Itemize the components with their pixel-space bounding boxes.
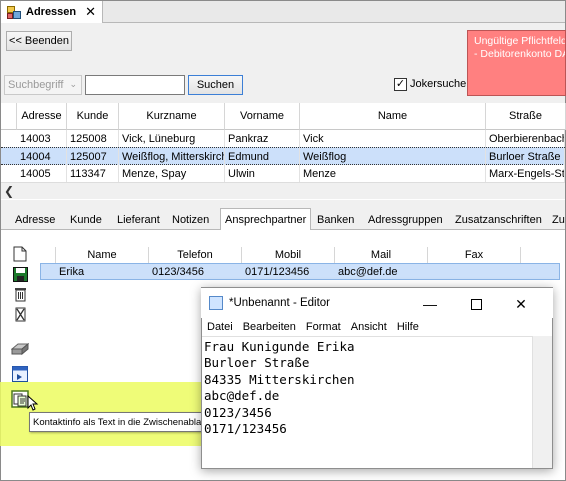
tab-adressgruppen[interactable]: Adressgruppen (368, 211, 443, 229)
table-cell[interactable]: abc@def.de (335, 264, 428, 280)
contact-header-name[interactable]: Name (56, 247, 149, 264)
notepad-vertical-scrollbar[interactable] (532, 336, 552, 468)
tab-kunde[interactable]: Kunde (70, 211, 102, 229)
minimize-icon[interactable]: — (415, 294, 445, 314)
menu-bearbeiten[interactable]: Bearbeiten (238, 318, 301, 336)
tab-adressen-label: Adressen (26, 6, 77, 18)
table-cell[interactable]: Menze (300, 165, 486, 182)
search-input[interactable] (85, 75, 185, 95)
table-cell[interactable]: Ulwin (225, 165, 300, 182)
tab-more[interactable]: Zu (552, 211, 565, 229)
notepad-icon (209, 296, 223, 310)
tab-lieferant[interactable]: Lieferant (117, 211, 160, 229)
notepad-text-area[interactable]: Frau Kunigunde Erika Burloer Straße 8433… (202, 336, 532, 468)
column-header-name[interactable]: Name (300, 103, 486, 130)
validation-warning-panel: Ungültige Pflichtfelde - Debitorenkonto … (467, 30, 566, 96)
table-cell[interactable]: 14003 (17, 130, 67, 147)
warning-line-2: - Debitorenkonto DAV (474, 48, 566, 60)
table-cell[interactable]: 125008 (67, 130, 119, 147)
table-cell[interactable] (428, 264, 521, 280)
tab-banken[interactable]: Banken (317, 211, 354, 229)
table-cell[interactable]: 14005 (17, 165, 67, 182)
chevron-down-icon: ⌄ (69, 79, 77, 89)
column-header-vorname[interactable]: Vorname (225, 103, 300, 130)
contact-header-telefon[interactable]: Telefon (149, 247, 242, 264)
search-mode-select[interactable]: Suchbegriff ⌄ (4, 75, 82, 95)
contact-header-fax[interactable]: Fax (428, 247, 521, 264)
table-cell[interactable]: 113347 (67, 165, 119, 182)
table-cell[interactable]: Pankraz (225, 130, 300, 147)
tooltip: Kontaktinfo als Text in die Zwischenabla… (29, 412, 221, 432)
contact-grid-corner (40, 247, 56, 264)
table-cell[interactable]: Vick (300, 130, 486, 147)
scroll-left-icon[interactable]: ❮ (4, 184, 14, 198)
table-cell[interactable]: Erika (56, 264, 149, 280)
table-cell[interactable]: Menze, Spay (119, 165, 225, 182)
table-cell[interactable]: Weißflog (300, 148, 486, 165)
delete-icon[interactable] (10, 284, 30, 304)
column-header-strasse[interactable]: Straße (486, 103, 566, 130)
menu-hilfe[interactable]: Hilfe (392, 318, 424, 336)
close-tab-icon[interactable]: ✕ (85, 4, 96, 20)
notepad-menubar: Datei Bearbeiten Format Ansicht Hilfe (202, 318, 552, 336)
contact-header-mail[interactable]: Mail (335, 247, 428, 264)
tab-ansprechpartner[interactable]: Ansprechpartner (220, 208, 312, 230)
export-icon[interactable] (10, 364, 30, 384)
table-cell[interactable]: 0171/123456 (242, 264, 335, 280)
column-header-kunde[interactable]: Kunde (67, 103, 119, 130)
search-mode-value: Suchbegriff (8, 79, 64, 91)
save-icon[interactable] (10, 264, 30, 284)
beenden-button[interactable]: << Beenden (6, 31, 72, 51)
warning-line-1: Ungültige Pflichtfelde (474, 35, 566, 47)
tab-zusatzanschriften[interactable]: Zusatzanschriften (455, 211, 542, 229)
table-cell[interactable]: 14004 (17, 148, 67, 165)
jokersuche-label: Jokersuche (410, 78, 467, 90)
menu-format[interactable]: Format (301, 318, 346, 336)
contact-toolbar (10, 244, 38, 478)
table-cell[interactable]: 125007 (67, 148, 119, 165)
table-cell[interactable]: 0123/3456 (149, 264, 242, 280)
grid-row-header-corner (1, 103, 17, 130)
delete-all-icon[interactable] (10, 304, 30, 324)
table-cell[interactable]: Weißflog, Mitterskirch (119, 148, 225, 165)
column-header-kurzname[interactable]: Kurzname (119, 103, 225, 130)
close-icon[interactable]: ✕ (506, 294, 536, 314)
tab-adresse[interactable]: Adresse (15, 211, 55, 229)
address-book-icon (7, 5, 21, 19)
search-button[interactable]: Suchen (188, 75, 243, 95)
horizontal-scrollbar[interactable]: ❮ (1, 182, 565, 199)
tab-notizen[interactable]: Notizen (172, 211, 209, 229)
new-document-icon[interactable] (10, 244, 30, 264)
column-header-adresse[interactable]: Adresse (17, 103, 67, 130)
table-cell[interactable]: Burloer Straße (486, 148, 565, 165)
contact-header-mobil[interactable]: Mobil (242, 247, 335, 264)
tab-adressen[interactable]: Adressen ✕ (1, 1, 103, 23)
notepad-title: *Unbenannt - Editor (229, 297, 331, 309)
maximize-icon[interactable] (461, 294, 491, 314)
menu-ansicht[interactable]: Ansicht (346, 318, 392, 336)
menu-datei[interactable]: Datei (202, 318, 238, 336)
jokersuche-checkbox[interactable]: ✓ (394, 78, 407, 91)
table-cell[interactable]: Edmund (225, 148, 300, 165)
table-cell[interactable]: Oberbierenbach (486, 130, 565, 147)
table-cell[interactable]: Marx-Engels-Str (486, 165, 565, 182)
print-icon[interactable] (10, 339, 30, 359)
table-cell[interactable]: Vick, Lüneburg (119, 130, 225, 147)
